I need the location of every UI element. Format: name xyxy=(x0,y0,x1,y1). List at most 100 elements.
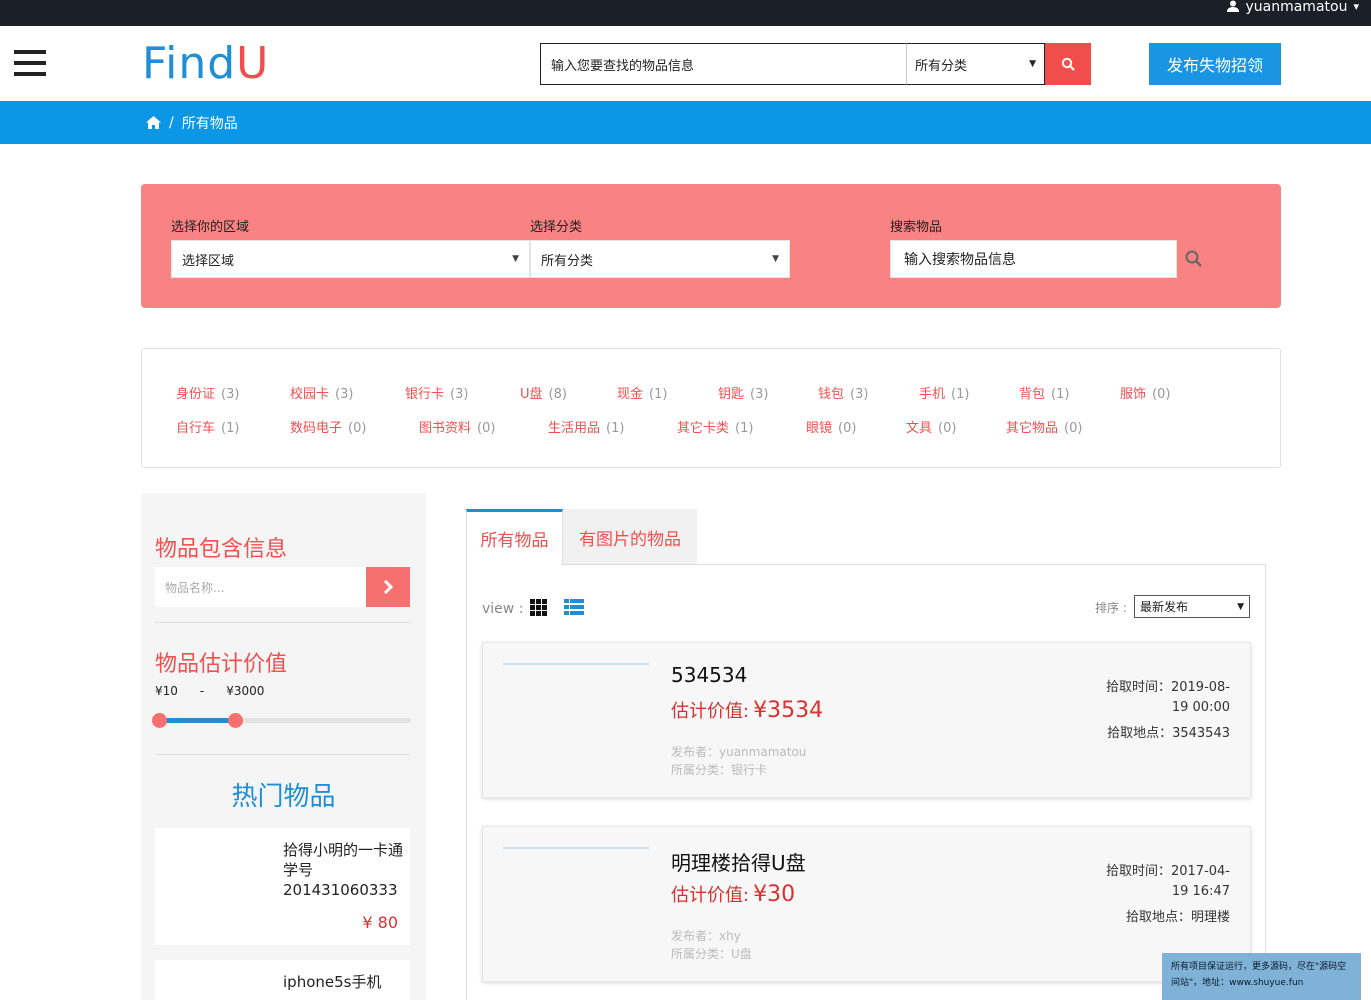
filter-search-placeholder: 输入搜索物品信息 xyxy=(904,252,1016,268)
item-meta: 拾取时间：2017-04-19 16:47 拾取地点：明理楼 xyxy=(1105,864,1230,925)
category-list: 身份证 (3) 校园卡 (3) 银行卡 (3) U盘 (8) 现金 (1) 钥匙 (3) 钱… xyxy=(141,348,1281,468)
chevron-down-icon: ▾ xyxy=(1353,0,1359,13)
view-label: view : xyxy=(482,601,524,617)
item-publisher-info: 发布者：yuanmamatou 所属分类：银行卡 xyxy=(671,745,807,777)
tab-items-with-images[interactable]: 有图片的物品 xyxy=(563,509,697,565)
category-item[interactable]: 自行车 (1) xyxy=(176,417,239,436)
category-item[interactable]: 图书资料 (0) xyxy=(419,417,495,436)
item-price: 估计价值: ¥30 xyxy=(671,882,796,907)
breadcrumb-bar: / 所有物品 xyxy=(0,101,1371,144)
info-title: 物品包含信息 xyxy=(155,537,288,562)
grid-view-icon[interactable] xyxy=(530,599,547,616)
item-title[interactable]: 534534 xyxy=(671,663,747,687)
user-icon xyxy=(1227,0,1240,12)
user-menu[interactable]: yuanmamatou ▾ xyxy=(1227,0,1359,26)
price-max: ¥3000 xyxy=(226,684,265,698)
hot-title: 热门物品 xyxy=(231,782,336,812)
breadcrumb-current: 所有物品 xyxy=(181,115,238,132)
sort-select[interactable]: 最新发布 ▼ xyxy=(1134,595,1250,618)
category-select-value: 所有分类 xyxy=(915,58,968,74)
tab-all-items[interactable]: 所有物品 xyxy=(466,509,563,565)
sort-value: 最新发布 xyxy=(1140,600,1189,614)
category-item[interactable]: 其它卡类 (1) xyxy=(677,417,753,436)
hot-item[interactable]: iphone5s手机 xyxy=(155,960,410,1000)
category-item[interactable]: 钱包 (3) xyxy=(818,383,868,402)
item-publisher-info: 发布者：xhy 所属分类：U盘 xyxy=(671,929,752,961)
category-item[interactable]: U盘 (8) xyxy=(520,383,567,402)
filter-search-input[interactable]: 输入搜索物品信息 xyxy=(890,240,1177,278)
category-item[interactable]: 校园卡 (3) xyxy=(290,383,353,402)
home-icon[interactable] xyxy=(146,116,161,129)
filter-category-value: 所有分类 xyxy=(541,253,594,269)
item-image xyxy=(503,847,649,849)
hot-item-price: ¥ 80 xyxy=(362,913,398,932)
search-label: 搜索物品 xyxy=(890,220,943,235)
chevron-right-icon xyxy=(383,580,394,594)
price-slider[interactable] xyxy=(152,713,411,728)
category-item[interactable]: 服饰 (0) xyxy=(1120,383,1170,402)
category-item[interactable]: 背包 (1) xyxy=(1019,383,1069,402)
list-view-icon[interactable] xyxy=(564,599,584,616)
item-card[interactable]: 明理楼拾得U盘 估计价值: ¥30 发布者：xhy 所属分类：U盘 拾取时间：201… xyxy=(482,826,1251,982)
breadcrumb-separator: / xyxy=(169,114,174,131)
category-item[interactable]: 数码电子 (0) xyxy=(290,417,366,436)
hot-item[interactable]: 拾得小明的一卡通 学号201431060333 ¥ 80 xyxy=(155,828,410,945)
item-meta: 拾取时间：2019-08-19 00:00 拾取地点：3543543 xyxy=(1105,680,1230,741)
region-label: 选择你的区域 xyxy=(171,220,250,235)
logo-accent: U xyxy=(236,38,270,89)
item-name-placeholder: 物品名称... xyxy=(165,580,225,595)
logo-text: Find xyxy=(142,38,237,89)
search-input[interactable] xyxy=(540,43,906,85)
category-item[interactable]: 身份证 (3) xyxy=(176,383,239,402)
caret-down-icon: ▼ xyxy=(1029,59,1036,69)
price-range: ¥10 - ¥3000 xyxy=(155,684,264,698)
category-item[interactable]: 银行卡 (3) xyxy=(405,383,468,402)
publish-button[interactable]: 发布失物招领 xyxy=(1149,43,1281,85)
filter-panel: 选择你的区域 选择区域 ▼ 选择分类 所有分类 ▼ 搜索物品 输入搜索物品信息 xyxy=(141,184,1281,308)
caret-down-icon: ▼ xyxy=(512,254,519,264)
item-name-input[interactable]: 物品名称... xyxy=(155,567,367,607)
item-listing: 所有物品 有图片的物品 view : 排序 : 最新发布 ▼ 534534 估计… xyxy=(466,509,1266,1000)
item-title[interactable]: 明理楼拾得U盘 xyxy=(671,847,806,876)
hot-item-title: iphone5s手机 xyxy=(283,973,382,991)
slider-handle-min[interactable] xyxy=(152,713,167,728)
search-button[interactable] xyxy=(1045,43,1091,85)
item-price: 估计价值: ¥3534 xyxy=(671,698,824,723)
category-item[interactable]: 其它物品 (0) xyxy=(1006,417,1082,436)
logo[interactable]: FindU xyxy=(142,40,269,88)
top-bar: yuanmamatou ▾ xyxy=(0,0,1371,26)
filter-category-select[interactable]: 所有分类 ▼ xyxy=(530,240,790,278)
name-search-button[interactable] xyxy=(366,567,410,607)
breadcrumb: / 所有物品 xyxy=(146,101,238,144)
region-select[interactable]: 选择区域 ▼ xyxy=(171,240,530,278)
search-icon[interactable] xyxy=(1184,249,1204,269)
sidebar: 物品包含信息 物品名称... 物品估计价值 ¥10 - ¥3000 热门物品 拾… xyxy=(141,493,426,1000)
region-select-value: 选择区域 xyxy=(182,253,235,269)
price-dash: - xyxy=(199,684,205,698)
category-item[interactable]: 现金 (1) xyxy=(617,383,667,402)
header-search: 所有分类 ▼ xyxy=(540,43,1091,85)
item-image xyxy=(503,663,649,665)
item-card[interactable]: 534534 估计价值: ¥3534 发布者：yuanmamatou 所属分类：银行… xyxy=(482,642,1251,798)
search-icon xyxy=(1061,57,1075,71)
price-min: ¥10 xyxy=(155,684,178,698)
category-item[interactable]: 眼镜 (0) xyxy=(806,417,856,436)
slider-handle-max[interactable] xyxy=(227,713,243,728)
category-item[interactable]: 文具 (0) xyxy=(906,417,956,436)
category-label: 选择分类 xyxy=(530,220,583,235)
header: FindU 所有分类 ▼ 发布失物招领 xyxy=(0,26,1371,101)
caret-down-icon: ▼ xyxy=(1237,601,1244,612)
menu-icon[interactable] xyxy=(14,50,46,76)
caret-down-icon: ▼ xyxy=(772,254,779,264)
value-title: 物品估计价值 xyxy=(155,652,288,677)
watermark-notice: 所有项目保证运行，更多源码，尽在"源码空间站"，地址：www.shuyue.fu… xyxy=(1162,953,1361,1000)
category-item[interactable]: 生活用品 (1) xyxy=(548,417,624,436)
divider xyxy=(155,622,410,623)
listing-panel: view : 排序 : 最新发布 ▼ 534534 估计价值: ¥3534 发布者… xyxy=(466,564,1266,1000)
divider xyxy=(155,754,410,755)
category-item[interactable]: 钥匙 (3) xyxy=(718,383,768,402)
category-item[interactable]: 手机 (1) xyxy=(919,383,969,402)
category-select[interactable]: 所有分类 ▼ xyxy=(906,43,1045,85)
sort-label: 排序 : xyxy=(1095,601,1127,615)
username: yuanmamatou xyxy=(1245,0,1348,15)
